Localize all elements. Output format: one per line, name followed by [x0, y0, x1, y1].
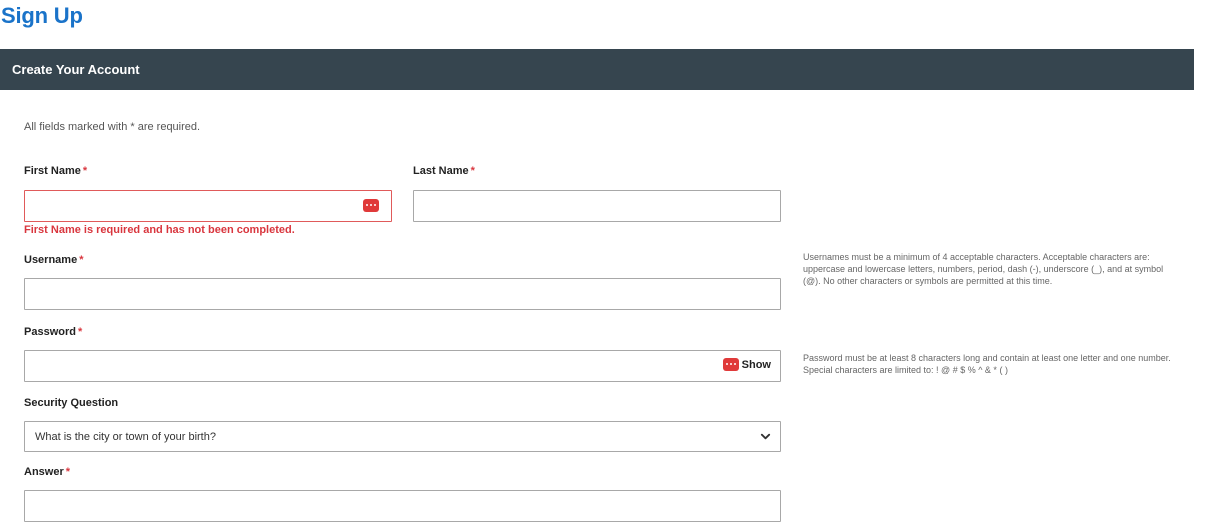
first-name-error: First Name is required and has not been … — [24, 224, 295, 236]
username-label: Username * — [24, 254, 84, 266]
required-marker: * — [470, 165, 475, 177]
last-name-label: Last Name * — [413, 165, 475, 177]
password-manager-icon[interactable] — [722, 358, 739, 371]
chevron-down-icon — [760, 433, 771, 440]
show-password-button[interactable]: Show — [722, 358, 771, 371]
username-help-text: Usernames must be a minimum of 4 accepta… — [803, 252, 1164, 286]
password-manager-icon[interactable] — [363, 199, 379, 212]
show-password-label: Show — [741, 358, 771, 371]
password-help-text: Password must be at least 8 characters l… — [803, 353, 1171, 375]
answer-input[interactable] — [24, 490, 781, 522]
password-input[interactable]: Show — [24, 350, 781, 382]
password-label: Password * — [24, 326, 83, 338]
security-question-value: What is the city or town of your birth? — [35, 431, 216, 443]
required-marker: * — [82, 165, 88, 177]
card-header: Create Your Account — [0, 49, 1194, 90]
security-question-select[interactable]: What is the city or town of your birth? — [24, 421, 781, 452]
last-name-input[interactable] — [413, 190, 781, 222]
security-question-label: Security Question — [24, 397, 119, 409]
page-title: Sign Up — [1, 3, 83, 28]
required-marker: * — [65, 466, 71, 478]
first-name-label: First Name * — [24, 165, 88, 177]
username-input[interactable] — [24, 278, 781, 310]
required-marker: * — [79, 254, 84, 266]
required-marker: * — [77, 326, 83, 338]
first-name-input[interactable] — [24, 190, 392, 222]
answer-label: Answer * — [24, 466, 71, 478]
required-fields-note: All fields marked with * are required. — [24, 121, 201, 133]
